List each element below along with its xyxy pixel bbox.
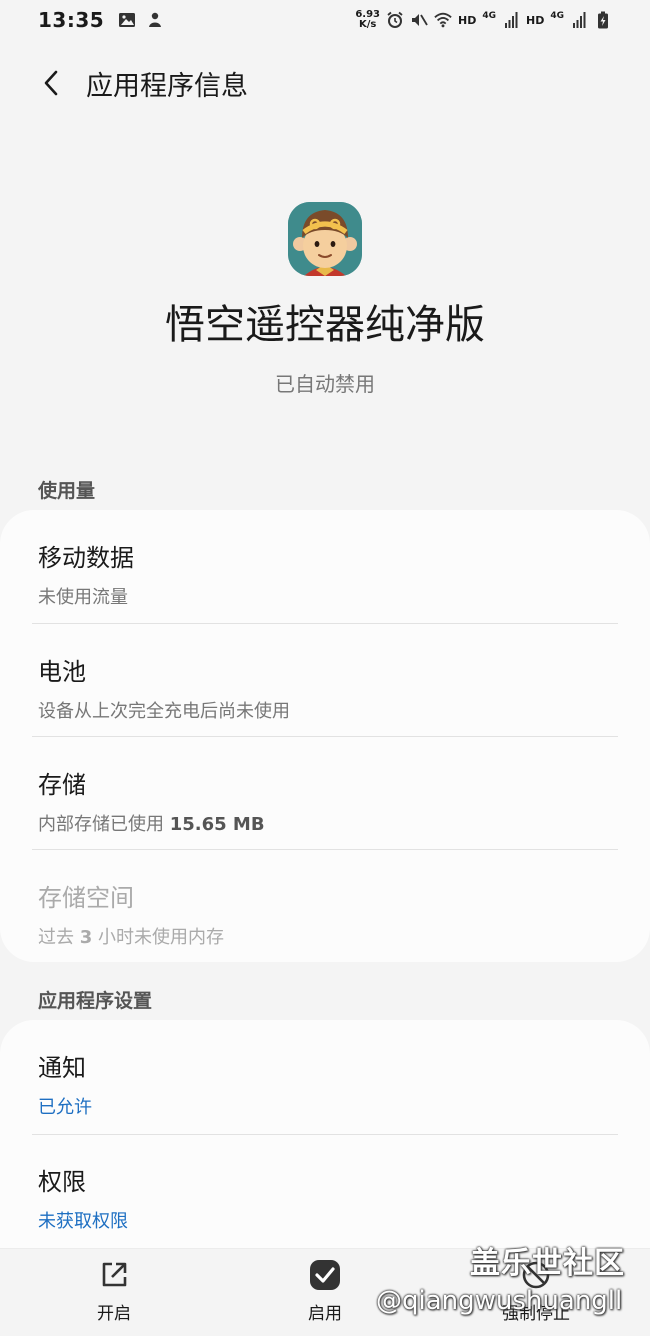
- watermark-community: 盖乐世社区: [470, 1246, 625, 1281]
- section-title-app-settings: 应用程序设置: [38, 990, 153, 1012]
- open-external-icon: [98, 1259, 130, 1291]
- row-title: 存储空间: [38, 884, 134, 912]
- row-subtitle: 未获取权限: [38, 1211, 128, 1232]
- row-permissions[interactable]: 权限 未获取权限: [38, 1162, 618, 1233]
- row-subtitle: 内部存储已使用 15.65 MB: [38, 810, 618, 836]
- app-bar: 应用程序信息: [0, 52, 650, 114]
- battery-charging-icon: [598, 11, 608, 29]
- divider: [32, 1134, 618, 1135]
- back-arrow-icon: [44, 70, 58, 96]
- row-mobile-data[interactable]: 移动数据 未使用流量: [38, 538, 618, 609]
- enable-button[interactable]: 启用: [265, 1249, 385, 1336]
- row-title: 通知: [38, 1054, 86, 1082]
- gallery-icon: [119, 13, 136, 27]
- row-title: 电池: [38, 658, 86, 686]
- row-subtitle: 过去 3 小时未使用内存: [38, 923, 618, 949]
- sim2-hd-label: HD: [526, 13, 545, 27]
- sim1-hd-label: HD: [458, 13, 477, 27]
- watermark-handle: @qiangwushuangll: [376, 1286, 623, 1316]
- mute-icon: [412, 14, 428, 26]
- status-right-icons: 6.93 K/s HD 4G HD 4G: [355, 10, 612, 30]
- usage-card: 移动数据 未使用流量 电池 设备从上次完全充电后尚未使用 存储 内部存储已使用 …: [0, 510, 650, 962]
- storage-used-value: 15.65 MB: [169, 814, 265, 835]
- row-battery[interactable]: 电池 设备从上次完全充电后尚未使用: [38, 652, 618, 723]
- row-subtitle: 已允许: [38, 1097, 92, 1118]
- row-title: 移动数据: [38, 544, 134, 572]
- divider: [32, 736, 618, 737]
- row-storage[interactable]: 存储 内部存储已使用 15.65 MB: [38, 765, 618, 836]
- open-button[interactable]: 开启: [54, 1249, 174, 1336]
- row-subtitle: 未使用流量: [38, 587, 128, 608]
- storage-prefix: 内部存储已使用: [38, 814, 170, 835]
- back-button[interactable]: [34, 65, 70, 101]
- app-icon: [288, 202, 362, 276]
- sim1-network-label: 4G: [482, 11, 496, 21]
- row-title: 存储: [38, 771, 86, 799]
- check-icon: [309, 1259, 341, 1291]
- memory-hours-value: 3: [79, 927, 93, 948]
- notification-app-icon: [149, 12, 162, 27]
- status-time: 13:35: [38, 8, 105, 32]
- status-left-icons: [118, 11, 164, 29]
- memory-suffix: 小时未使用内存: [92, 927, 224, 948]
- divider: [32, 623, 618, 624]
- signal-icon: [505, 12, 518, 28]
- network-speed-unit: K/s: [358, 19, 377, 30]
- row-subtitle: 设备从上次完全充电后尚未使用: [38, 701, 290, 722]
- status-bar: 13:35 6.93 K/s HD 4G HD 4G: [0, 0, 650, 40]
- alarm-icon: [387, 11, 403, 28]
- open-button-label: 开启: [97, 1304, 131, 1324]
- network-speed: 6.93 K/s: [355, 10, 380, 30]
- row-title: 权限: [38, 1168, 86, 1196]
- divider: [32, 849, 618, 850]
- sim2-network-label: 4G: [550, 11, 564, 21]
- wifi-icon: [434, 12, 452, 28]
- monkey-king-icon: [288, 202, 362, 276]
- page-title: 应用程序信息: [86, 70, 248, 102]
- app-name: 悟空遥控器纯净版: [165, 302, 485, 348]
- app-status-label: 已自动禁用: [275, 372, 375, 396]
- enable-button-label: 启用: [308, 1304, 342, 1324]
- row-notifications[interactable]: 通知 已允许: [38, 1048, 618, 1119]
- row-memory: 存储空间 过去 3 小时未使用内存: [38, 878, 618, 949]
- section-title-usage: 使用量: [38, 480, 96, 502]
- memory-prefix: 过去: [38, 927, 80, 948]
- signal-icon: [573, 12, 586, 28]
